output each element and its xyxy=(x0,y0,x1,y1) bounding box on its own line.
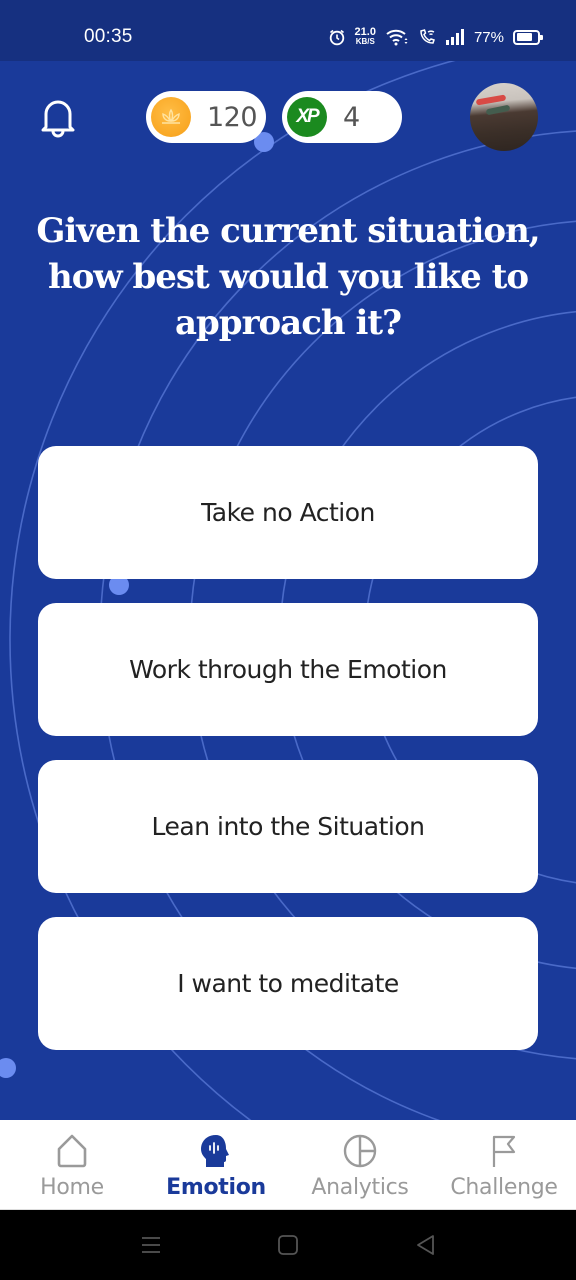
answer-options: Take no Action Work through the Emotion … xyxy=(38,446,538,1074)
xp-icon: XP xyxy=(287,97,327,137)
option-label: Lean into the Situation xyxy=(151,812,425,841)
option-take-no-action[interactable]: Take no Action xyxy=(38,446,538,579)
wifi-calling-icon xyxy=(420,29,435,44)
option-lean-into-situation[interactable]: Lean into the Situation xyxy=(38,760,538,893)
nav-analytics[interactable]: Analytics xyxy=(288,1120,432,1209)
nav-challenge[interactable]: Challenge xyxy=(432,1120,576,1209)
top-header: 120 XP 4 xyxy=(0,61,576,171)
system-navigation-bar xyxy=(0,1210,576,1280)
home-button[interactable] xyxy=(275,1232,301,1258)
option-label: Take no Action xyxy=(201,498,375,527)
battery-level-fill xyxy=(516,33,532,41)
coins-balance-pill[interactable]: 120 xyxy=(146,91,266,143)
bell-icon[interactable] xyxy=(38,97,78,139)
option-label: I want to meditate xyxy=(177,969,399,998)
nav-emotion[interactable]: Emotion xyxy=(144,1120,288,1209)
emotion-question-screen: 00:35 21.0 KB/S 77% 120 XP 4 Given the c… xyxy=(0,0,576,1280)
nav-emotion-label: Emotion xyxy=(166,1175,266,1200)
network-speed-value: 21.0 xyxy=(354,26,376,38)
status-icons: 21.0 KB/S 77% xyxy=(328,24,543,50)
bottom-navigation: Home Emotion Analytics Challenge xyxy=(0,1120,576,1210)
question-title: Given the current situation, how best wo… xyxy=(36,211,540,343)
recents-button[interactable] xyxy=(138,1232,164,1258)
alarm-icon xyxy=(329,29,344,46)
option-work-through-emotion[interactable]: Work through the Emotion xyxy=(38,603,538,736)
nav-analytics-label: Analytics xyxy=(311,1175,409,1200)
analytics-pie-icon xyxy=(343,1134,377,1168)
nav-home[interactable]: Home xyxy=(0,1120,144,1209)
xp-value: 4 xyxy=(343,101,360,133)
option-label: Work through the Emotion xyxy=(129,655,447,684)
coin-icon xyxy=(151,97,191,137)
battery-percent: 77% xyxy=(473,28,504,46)
network-speed: 21.0 KB/S xyxy=(354,26,376,47)
option-meditate[interactable]: I want to meditate xyxy=(38,917,538,1050)
coins-value: 120 xyxy=(207,101,258,133)
network-speed-unit: KB/S xyxy=(355,37,375,46)
lotus-icon xyxy=(162,108,180,124)
wifi-icon xyxy=(386,29,408,46)
profile-avatar[interactable] xyxy=(470,83,538,151)
status-bar: 00:35 21.0 KB/S 77% xyxy=(0,0,576,61)
xp-icon-text: XP xyxy=(296,106,319,127)
emotion-head-icon xyxy=(201,1135,229,1167)
xp-balance-pill[interactable]: XP 4 xyxy=(282,91,402,143)
battery-icon xyxy=(513,29,543,45)
nav-challenge-label: Challenge xyxy=(450,1175,558,1200)
nav-home-label: Home xyxy=(40,1175,104,1200)
back-button[interactable] xyxy=(413,1232,439,1258)
signal-icon xyxy=(445,29,464,45)
home-icon xyxy=(57,1134,87,1168)
status-time: 00:35 xyxy=(84,26,133,47)
flag-icon xyxy=(492,1135,516,1167)
